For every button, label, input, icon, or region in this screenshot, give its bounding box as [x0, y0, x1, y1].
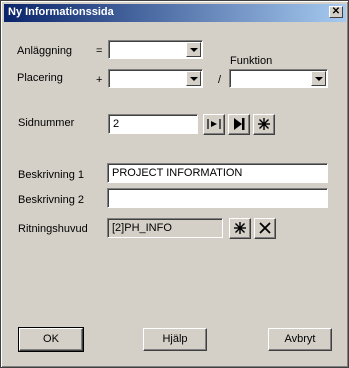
new-page-button[interactable] [253, 114, 275, 135]
clear-drawing-head-button[interactable] [254, 218, 276, 239]
skip-to-marker-icon [207, 119, 221, 129]
anlaggning-dropdown[interactable] [108, 40, 203, 59]
cancel-button[interactable]: Avbryt [268, 328, 332, 351]
placering-label: Placering [17, 72, 63, 84]
chevron-down-icon[interactable] [311, 71, 326, 86]
beskrivning1-label: Beskrivning 1 [18, 169, 85, 181]
anlaggning-label: Anläggning [17, 45, 73, 57]
next-page-icon [234, 118, 245, 130]
close-button[interactable]: ✕ [329, 6, 343, 18]
beskrivning2-input[interactable] [107, 188, 328, 208]
ok-button[interactable]: OK [18, 327, 84, 352]
beskrivning2-label: Beskrivning 2 [18, 194, 85, 206]
anlaggning-prefix: = [96, 45, 103, 57]
sidnummer-label: Sidnummer [18, 117, 75, 129]
funktion-label: Funktion [230, 55, 273, 67]
ritningshuvud-field: [2]PH_INFO [107, 218, 223, 238]
clear-x-icon [259, 222, 271, 234]
ritningshuvud-label: Ritningshuvud [18, 223, 88, 235]
chevron-down-icon[interactable] [186, 71, 201, 86]
sidnummer-input[interactable]: 2 [108, 114, 198, 134]
funktion-prefix: / [218, 74, 222, 86]
funktion-dropdown[interactable] [229, 69, 328, 88]
placering-prefix: + [96, 74, 103, 86]
close-icon: ✕ [331, 6, 341, 17]
asterisk-new-icon [258, 118, 270, 130]
placering-dropdown[interactable] [108, 69, 203, 88]
title-bar[interactable]: Ny Informationssida ✕ [4, 4, 346, 22]
skip-page-button[interactable] [203, 114, 225, 135]
asterisk-new-icon [234, 222, 246, 234]
beskrivning1-input[interactable]: PROJECT INFORMATION [107, 163, 328, 183]
next-page-button[interactable] [228, 114, 250, 135]
select-drawing-head-button[interactable] [229, 218, 251, 239]
window-title: Ny Informationssida [8, 6, 114, 18]
help-button[interactable]: Hjälp [143, 328, 207, 351]
chevron-down-icon[interactable] [186, 42, 201, 57]
dialog-window: Ny Informationssida ✕ Anläggning = Place… [0, 0, 349, 368]
